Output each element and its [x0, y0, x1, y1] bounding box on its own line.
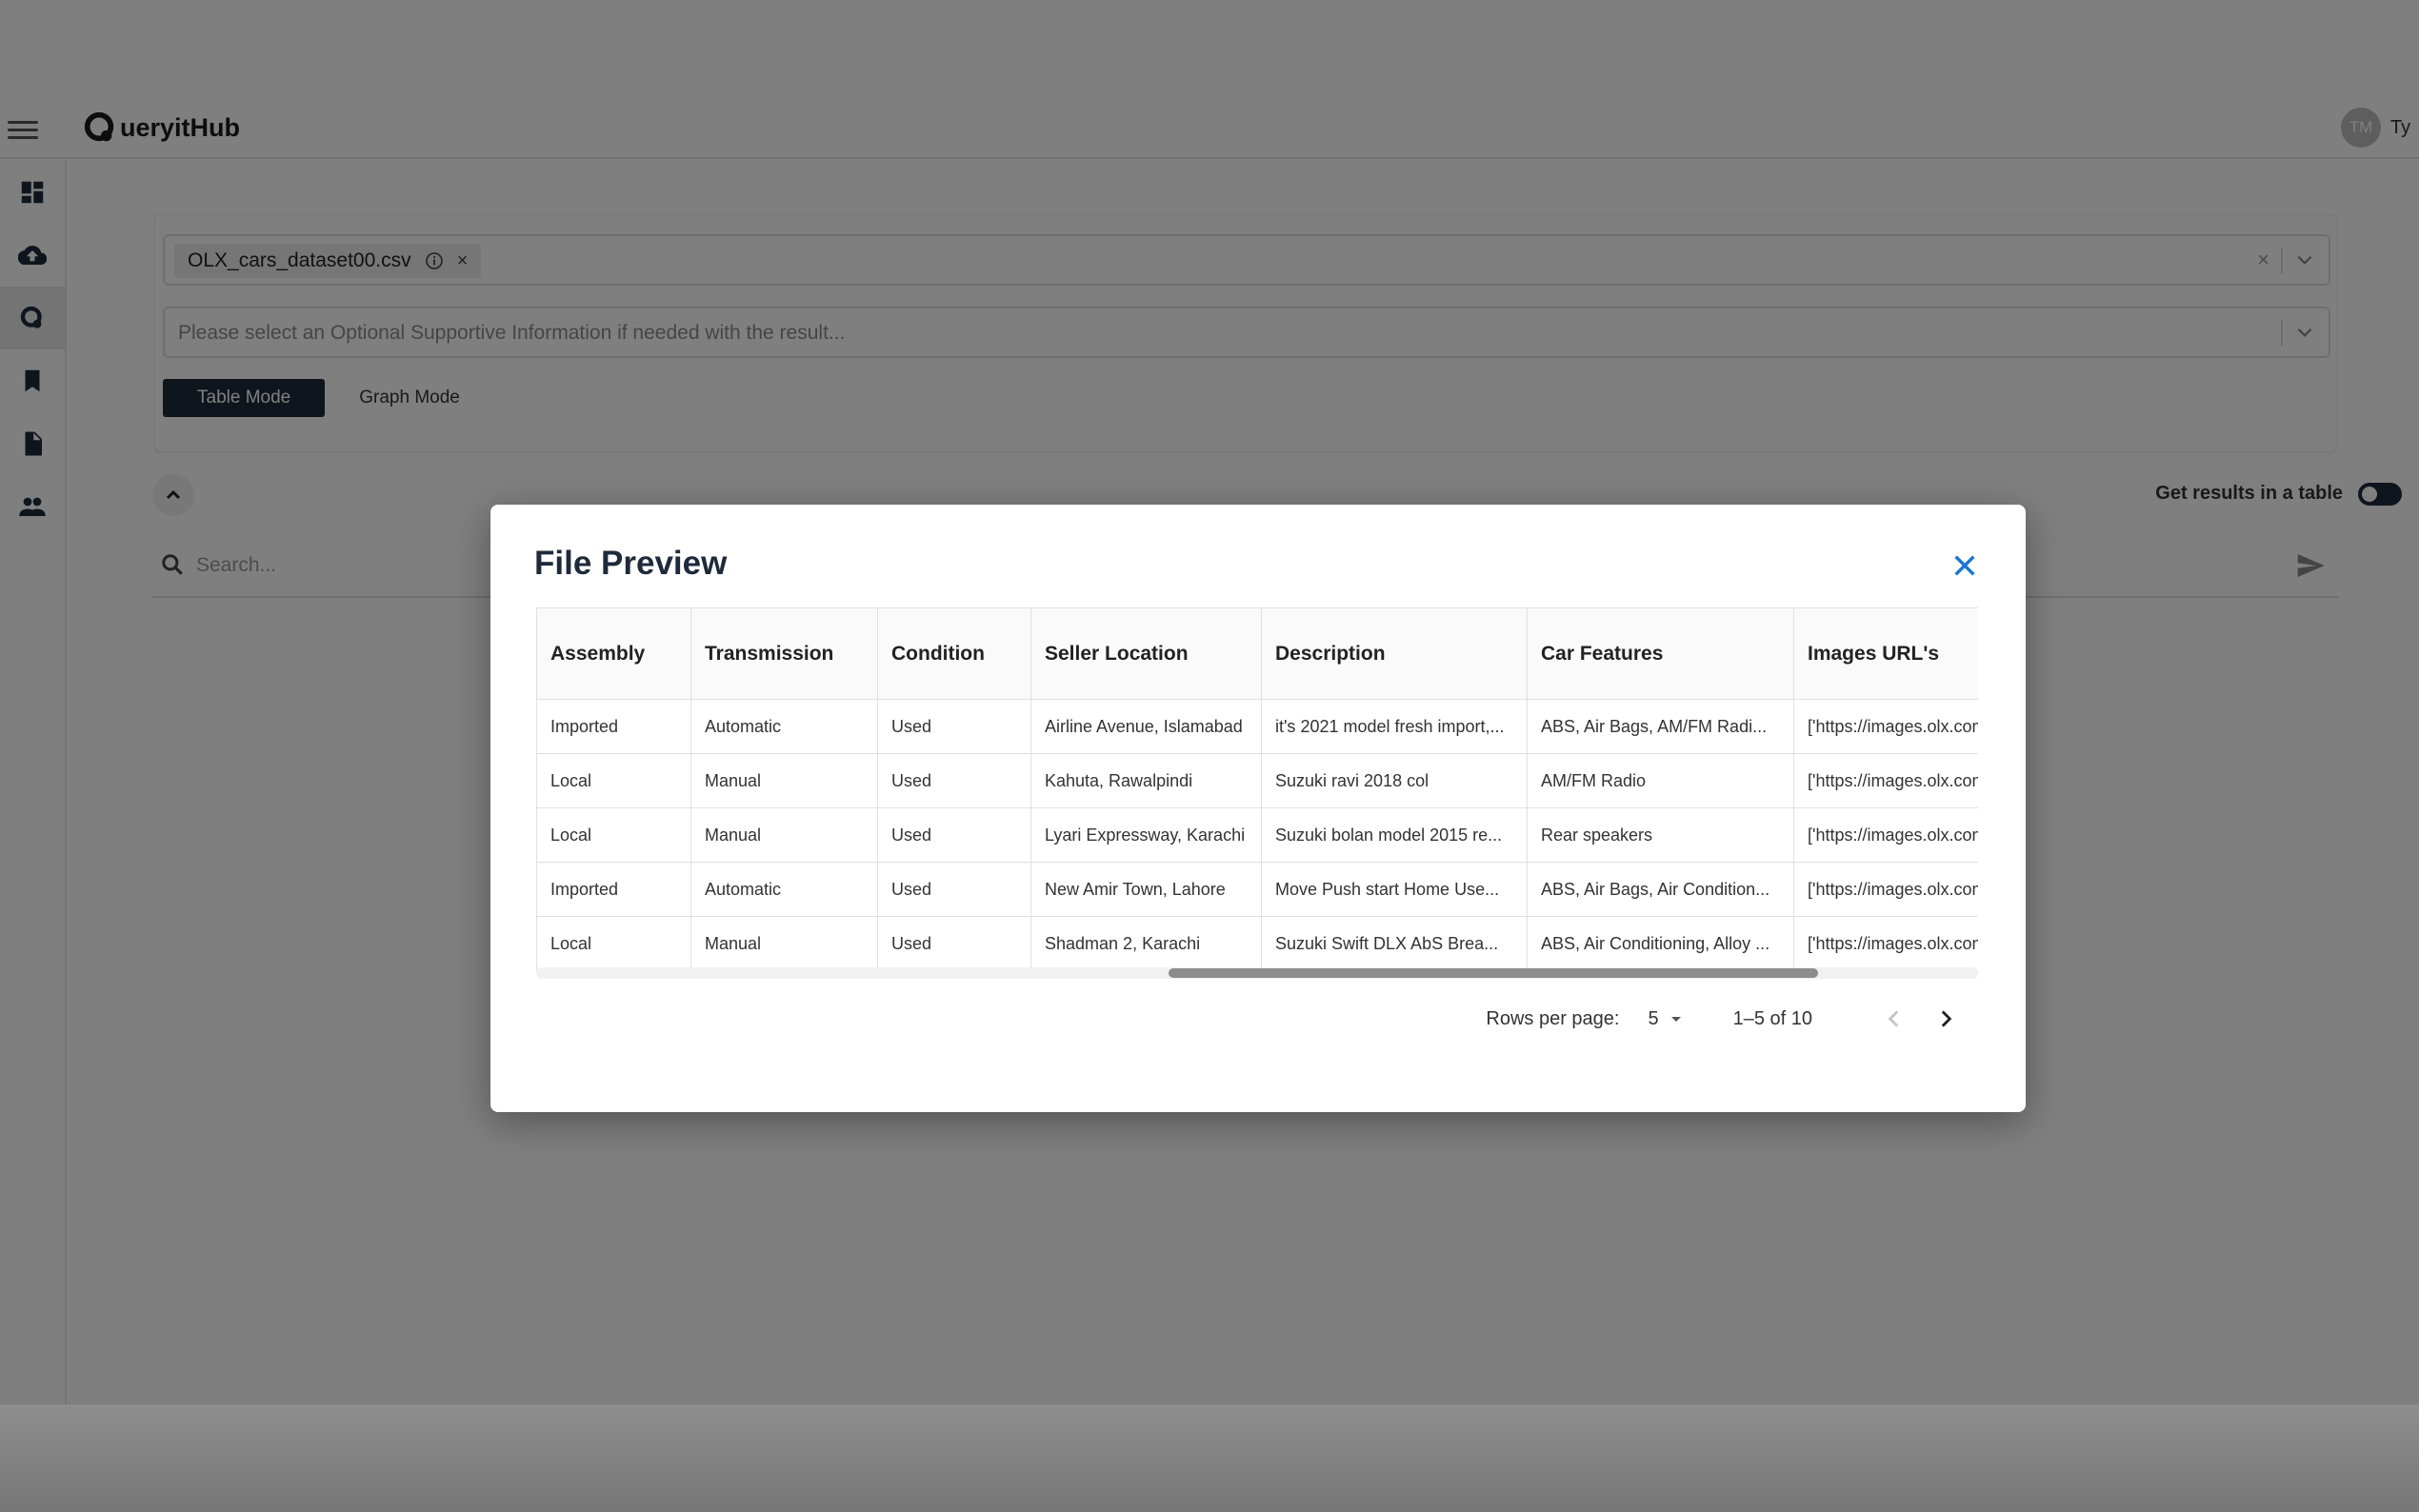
table-cell: ['https://images.olx.com: [1793, 807, 1978, 863]
scrollbar-thumb[interactable]: [1169, 968, 1818, 978]
next-page-button[interactable]: [1927, 1000, 1965, 1038]
close-icon[interactable]: [1949, 550, 1980, 581]
table-row: Local Manual Used Lyari Expressway, Kara…: [536, 807, 1978, 863]
column-header[interactable]: Description: [1261, 607, 1528, 700]
table-cell: Suzuki ravi 2018 col: [1261, 753, 1528, 808]
table-cell: Lyari Expressway, Karachi: [1030, 807, 1262, 863]
rows-per-page-value: 5: [1648, 1007, 1659, 1029]
table-cell: Used: [877, 862, 1031, 917]
table-cell: Used: [877, 699, 1031, 754]
dialog-title: File Preview: [534, 545, 728, 582]
table-cell: Local: [536, 916, 691, 971]
bottom-strip: [0, 1404, 2419, 1512]
table-cell: Move Push start Home Use...: [1261, 862, 1528, 917]
table-header-row: Assembly Transmission Condition Seller L…: [536, 607, 1978, 700]
table-cell: it's 2021 model fresh import,...: [1261, 699, 1528, 754]
table-cell: Manual: [690, 753, 878, 808]
table-cell: Used: [877, 753, 1031, 808]
horizontal-scrollbar[interactable]: [536, 967, 1978, 979]
table-cell: Kahuta, Rawalpindi: [1030, 753, 1262, 808]
table-row: Local Manual Used Shadman 2, Karachi Suz…: [536, 916, 1978, 971]
chevron-left-icon: [1888, 1010, 1899, 1027]
chevron-right-icon: [1941, 1010, 1952, 1027]
table-cell: Used: [877, 807, 1031, 863]
table-row: Imported Automatic Used New Amir Town, L…: [536, 862, 1978, 917]
column-header[interactable]: Seller Location: [1030, 607, 1262, 700]
column-header[interactable]: Images URL's: [1793, 607, 1978, 700]
rows-per-page-label: Rows per page:: [1486, 1007, 1620, 1029]
table-cell: ['https://images.olx.com: [1793, 862, 1978, 917]
table-cell: AM/FM Radio: [1527, 753, 1794, 808]
table-cell: ABS, Air Bags, AM/FM Radi...: [1527, 699, 1794, 754]
table-row: Local Manual Used Kahuta, Rawalpindi Suz…: [536, 753, 1978, 808]
column-header[interactable]: Transmission: [690, 607, 878, 700]
table-cell: Imported: [536, 862, 691, 917]
column-header[interactable]: Car Features: [1527, 607, 1794, 700]
table-cell: ['https://images.olx.com: [1793, 699, 1978, 754]
table-cell: Manual: [690, 807, 878, 863]
table-cell: Local: [536, 807, 691, 863]
table-cell: ['https://images.olx.com: [1793, 753, 1978, 808]
column-header[interactable]: Assembly: [536, 607, 691, 700]
pagination-range: 1–5 of 10: [1732, 1007, 1812, 1029]
table-cell: Rear speakers: [1527, 807, 1794, 863]
table-cell: Suzuki bolan model 2015 re...: [1261, 807, 1528, 863]
table-cell: Shadman 2, Karachi: [1030, 916, 1262, 971]
file-preview-dialog: File Preview Assembly Transmission Condi…: [490, 505, 2026, 1112]
rows-per-page-select[interactable]: 5: [1648, 1008, 1683, 1030]
table-cell: Manual: [690, 916, 878, 971]
table-cell: ABS, Air Conditioning, Alloy ...: [1527, 916, 1794, 971]
table-pagination: Rows per page: 5 1–5 of 10: [1486, 1000, 1965, 1038]
table-cell: New Amir Town, Lahore: [1030, 862, 1262, 917]
table-cell: Airline Avenue, Islamabad: [1030, 699, 1262, 754]
table-cell: Local: [536, 753, 691, 808]
table-cell: Used: [877, 916, 1031, 971]
table-cell: ['https://images.olx.com: [1793, 916, 1978, 971]
table-cell: Suzuki Swift DLX AbS Brea...: [1261, 916, 1528, 971]
table-cell: Imported: [536, 699, 691, 754]
column-header[interactable]: Condition: [877, 607, 1031, 700]
previous-page-button[interactable]: [1875, 1000, 1913, 1038]
preview-table: Assembly Transmission Condition Seller L…: [536, 607, 1978, 971]
table-cell: Automatic: [690, 699, 878, 754]
table-cell: Automatic: [690, 862, 878, 917]
caret-down-icon: [1670, 1017, 1681, 1022]
table-row: Imported Automatic Used Airline Avenue, …: [536, 699, 1978, 754]
table-cell: ABS, Air Bags, Air Condition...: [1527, 862, 1794, 917]
preview-table-container[interactable]: Assembly Transmission Condition Seller L…: [536, 607, 1978, 979]
